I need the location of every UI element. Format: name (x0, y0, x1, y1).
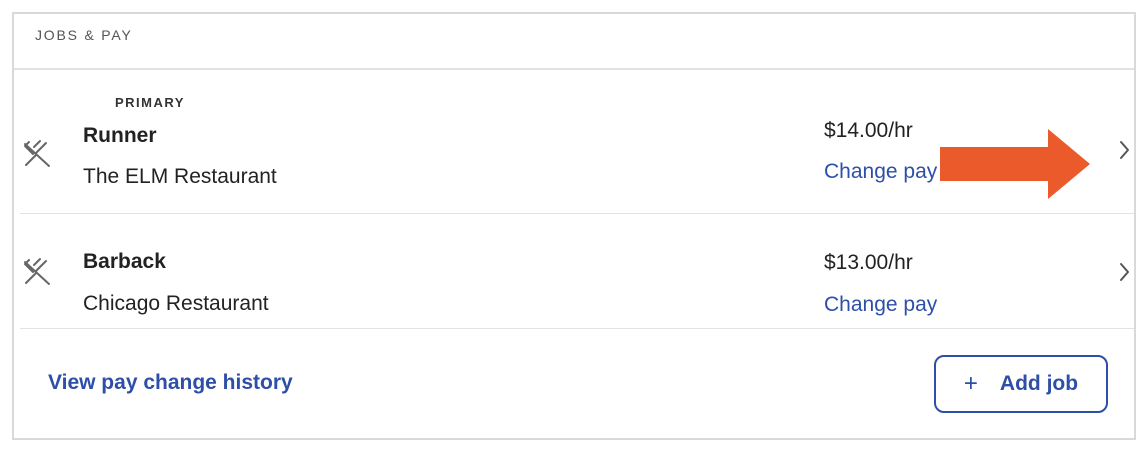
job-title: Barback (83, 250, 166, 273)
chevron-right-icon[interactable] (1114, 259, 1134, 285)
job-row[interactable]: Barback Chicago Restaurant $13.00/hr Cha… (20, 215, 1134, 329)
add-job-label: Add job (999, 372, 1079, 395)
pay-rate: $14.00/hr (824, 119, 913, 142)
annotation-arrow-icon (940, 129, 1090, 199)
view-pay-history-link[interactable]: View pay change history (48, 371, 293, 395)
plus-icon: + (963, 370, 978, 397)
add-job-button[interactable]: + Add job (934, 355, 1108, 413)
job-title: Runner (83, 124, 157, 147)
job-location: Chicago Restaurant (83, 292, 269, 315)
utensils-icon (24, 140, 50, 167)
change-pay-link[interactable]: Change pay (824, 293, 937, 317)
pay-rate: $13.00/hr (824, 251, 913, 274)
chevron-right-icon[interactable] (1114, 137, 1134, 163)
change-pay-link[interactable]: Change pay (824, 160, 937, 184)
utensils-icon (24, 258, 50, 285)
job-location: The ELM Restaurant (83, 165, 277, 188)
primary-badge: PRIMARY (115, 95, 185, 110)
